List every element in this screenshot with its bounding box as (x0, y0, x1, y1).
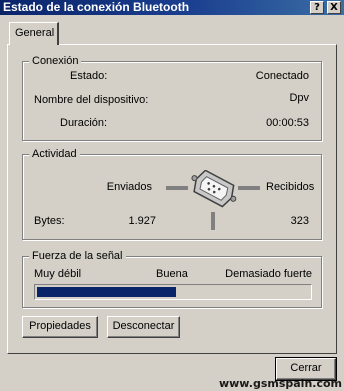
tab-general[interactable]: General (9, 22, 59, 45)
bytes-link-line (211, 212, 215, 230)
duration-value: 00:00:53 (266, 117, 309, 129)
status-label: Estado: (70, 70, 108, 82)
signal-mid-label: Buena (156, 268, 188, 280)
sent-link-line (166, 186, 188, 190)
connector-shape (191, 170, 237, 208)
properties-button[interactable]: Propiedades (22, 316, 98, 338)
device-name-value: Dpv (289, 92, 309, 104)
received-label: Recibidos (266, 181, 315, 193)
bytes-received-value: 323 (290, 215, 309, 227)
signal-legend: Fuerza de la señal (29, 249, 126, 263)
status-value: Conectado (255, 70, 309, 82)
duration-label: Duración: (60, 117, 108, 129)
signal-high-label: Demasiado fuerte (225, 268, 312, 280)
gsmspain-watermark: www.gsmspain.com (218, 377, 342, 390)
serial-connector-icon (166, 170, 260, 230)
signal-strength-fill (37, 287, 176, 297)
device-name-label: Nombre del dispositivo: (34, 94, 149, 106)
connection-legend: Conexión (29, 54, 82, 68)
window-title: Estado de la conexión Bluetooth (3, 0, 190, 14)
signal-strength-bar (34, 284, 312, 300)
tab-general-label: General (15, 27, 55, 39)
signal-low-label: Muy débil (34, 268, 82, 280)
close-window-button[interactable]: X (327, 1, 341, 14)
bytes-label: Bytes: (34, 215, 65, 227)
bytes-sent-value: 1.927 (128, 215, 156, 227)
help-button[interactable]: ? (310, 1, 324, 14)
signal-group: Fuerza de la señal (22, 249, 322, 308)
received-link-line (238, 186, 260, 190)
sent-label: Enviados (106, 181, 152, 193)
title-bar: Estado de la conexión Bluetooth ? X (0, 0, 344, 15)
disconnect-button[interactable]: Desconectar (107, 316, 180, 338)
activity-legend: Actividad (29, 147, 80, 161)
